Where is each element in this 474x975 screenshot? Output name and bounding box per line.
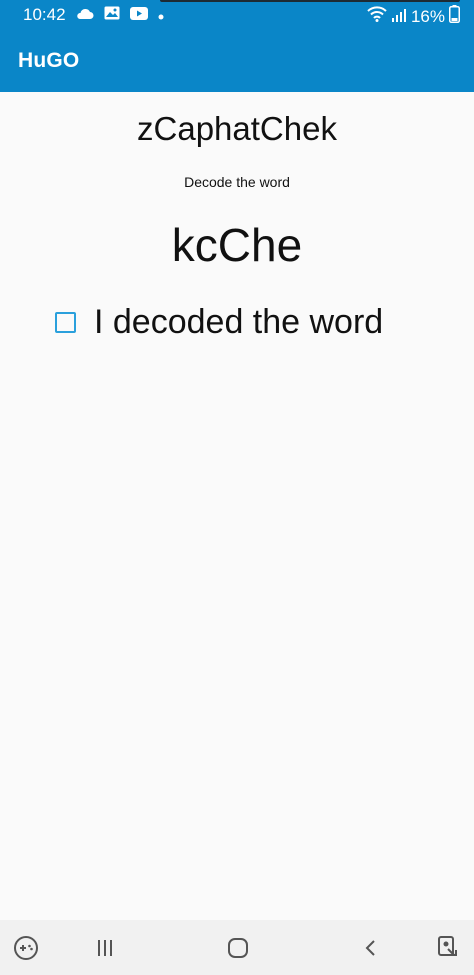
main-content: zCaphatChek Decode the word kcChe I deco… [0,92,474,920]
decoded-checkbox-row[interactable]: I decoded the word [55,300,383,344]
decoded-checkbox[interactable] [55,311,76,333]
status-bar: 10:42 16% [0,0,474,30]
home-icon[interactable] [222,932,254,964]
scrambled-word: kcChe [171,219,303,271]
dot-icon [158,5,164,25]
system-nav-bar [0,920,474,975]
app-bar: HuGO [0,30,474,92]
status-left: 10:42 [23,5,164,25]
recent-apps-icon[interactable] [89,932,121,964]
wifi-icon [367,6,387,27]
cloud-icon [76,5,94,25]
status-right: 16% [367,5,460,28]
image-icon [104,5,120,25]
top-edge-line [160,0,460,2]
instruction-text: Decode the word [184,174,290,190]
status-time: 10:42 [23,5,66,24]
battery-percent: 16% [410,6,445,26]
decoded-checkbox-label[interactable]: I decoded the word [94,303,383,342]
assistant-icon[interactable] [432,932,464,964]
back-icon[interactable] [355,932,387,964]
youtube-icon [129,5,148,25]
signal-icon [391,7,407,27]
page-heading: zCaphatChek [137,110,337,147]
battery-icon [449,5,460,28]
game-icon[interactable] [10,932,42,964]
app-title: HuGO [18,49,80,72]
